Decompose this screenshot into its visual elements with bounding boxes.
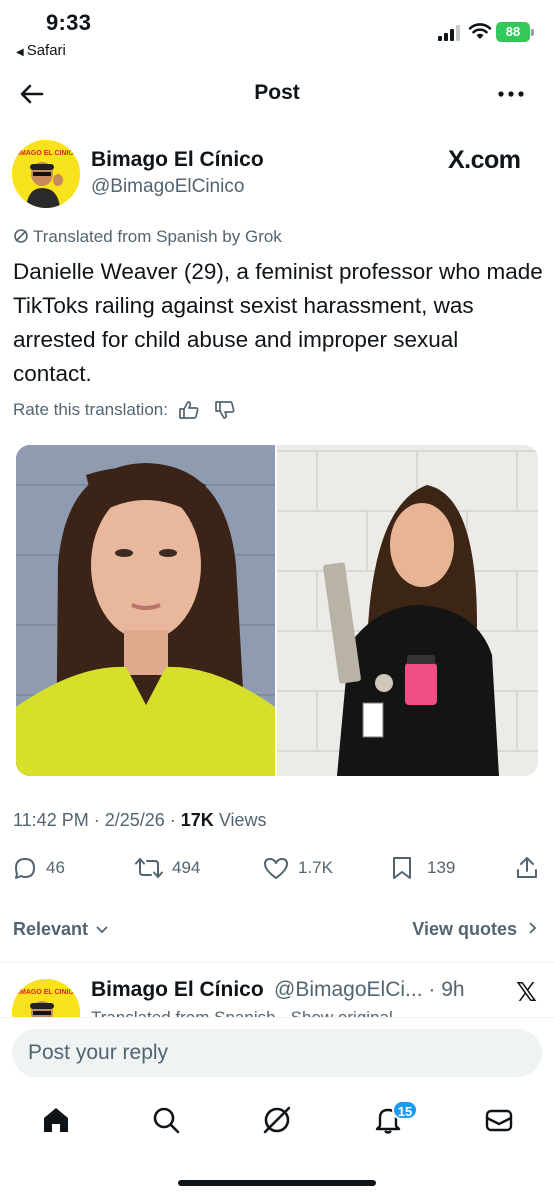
classroom-photo[interactable]	[277, 445, 538, 776]
reply-preview[interactable]: BIMAGO EL CINICO Bimago El Cínico @Bimag…	[0, 963, 554, 1018]
translation-note: Translated from Spanish by Grok	[13, 227, 282, 247]
reply-author-handle[interactable]: @BimagoElCi... · 9h	[274, 978, 465, 1002]
post-metadata: 11:42 PM · 2/25/26 · 17K Views	[13, 810, 267, 830]
rate-translation-label: Rate this translation:	[13, 400, 168, 419]
top-navigation: Post	[0, 66, 554, 122]
reply-composer	[0, 1017, 554, 1092]
reply-icon	[15, 858, 35, 879]
relevant-label: Relevant	[13, 919, 89, 939]
like-icon	[264, 858, 288, 879]
view-quotes-label: View quotes	[412, 919, 517, 939]
cellular-signal-icon	[438, 25, 462, 41]
author-avatar[interactable]: BIMAGO EL CINICO	[12, 140, 80, 208]
grok-icon[interactable]	[261, 1104, 293, 1136]
status-bar: 9:33 ◀ Safari 88	[0, 0, 554, 66]
thumbs-down-icon[interactable]	[214, 400, 236, 420]
reply-input[interactable]	[12, 1029, 542, 1077]
svg-text:BIMAGO EL CINICO: BIMAGO EL CINICO	[13, 989, 80, 996]
chevron-right-icon	[529, 922, 537, 934]
battery-indicator: 88	[496, 22, 534, 42]
post-text: Danielle Weaver (29), a feminist profess…	[13, 259, 543, 386]
reply-button[interactable]: 46	[12, 855, 65, 881]
more-icon[interactable]	[496, 80, 526, 108]
author-handle[interactable]: @BimagoElCinico	[91, 176, 244, 198]
translation-note-text: Translated from Spanish by Grok	[33, 227, 282, 246]
like-count: 1.7K	[298, 858, 333, 877]
search-icon[interactable]	[150, 1104, 182, 1136]
reply-author-avatar[interactable]: BIMAGO EL CINICO	[12, 979, 80, 1018]
view-quotes-link[interactable]: View quotes	[412, 919, 538, 940]
bookmark-icon	[393, 857, 411, 879]
messages-icon[interactable]	[483, 1104, 515, 1136]
home-icon[interactable]	[40, 1104, 72, 1136]
chevron-down-icon	[96, 926, 108, 934]
relevant-sort-dropdown[interactable]: Relevant	[13, 919, 109, 940]
notifications-badge: 15	[392, 1100, 418, 1120]
post-actions-bar: 46 494 1.7K 139	[0, 855, 554, 891]
replies-sort-row: Relevant View quotes	[0, 916, 554, 946]
x-logo-icon: 𝕏	[516, 977, 537, 1007]
post-media-gallery[interactable]	[16, 445, 538, 776]
share-icon	[517, 857, 537, 878]
home-indicator	[178, 1180, 376, 1186]
classroom-illustration	[277, 445, 538, 776]
back-app-label: Safari	[26, 42, 66, 59]
repost-count: 494	[172, 858, 201, 877]
translate-icon	[14, 229, 28, 243]
reply-count: 46	[46, 858, 65, 877]
post-time[interactable]: 11:42 PM	[13, 810, 89, 830]
bottom-tab-bar	[0, 1092, 554, 1152]
rate-translation-row: Rate this translation:	[13, 400, 236, 420]
mugshot-photo[interactable]	[16, 445, 275, 776]
status-time: 9:33	[46, 10, 92, 35]
repost-icon	[135, 858, 163, 878]
post-date[interactable]: 2/25/26	[105, 810, 165, 830]
repost-button[interactable]: 494	[134, 855, 200, 881]
reply-avatar-cartoon-image: BIMAGO EL CINICO	[12, 979, 80, 1018]
avatar-cartoon-image: BIMAGO EL CINICO	[12, 140, 80, 208]
bookmark-count: 139	[427, 858, 456, 877]
page-title: Post	[254, 81, 300, 104]
views-count: 17K	[180, 810, 214, 830]
bookmark-button[interactable]: 139	[391, 855, 455, 881]
like-button[interactable]: 1.7K	[262, 855, 333, 881]
svg-text:BIMAGO EL CINICO: BIMAGO EL CINICO	[13, 150, 80, 157]
x-logo-icon[interactable]: X.com	[448, 146, 521, 175]
back-to-app-link[interactable]: ◀ Safari	[16, 42, 66, 59]
thumbs-up-icon[interactable]	[178, 400, 200, 420]
views-label: Views	[218, 810, 267, 830]
share-button[interactable]	[514, 855, 540, 881]
mugshot-illustration	[16, 445, 275, 776]
back-triangle-icon: ◀	[16, 47, 24, 58]
reply-author-name[interactable]: Bimago El Cínico	[91, 978, 264, 1002]
author-name[interactable]: Bimago El Cínico	[91, 148, 264, 172]
wifi-icon	[468, 23, 492, 39]
